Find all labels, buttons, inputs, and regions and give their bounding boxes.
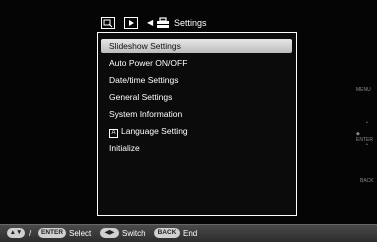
- switch-label: Switch: [122, 229, 146, 238]
- back-key-icon: BACK: [154, 228, 180, 238]
- end-label: End: [183, 229, 198, 238]
- language-icon: A: [109, 129, 118, 138]
- select-label: Select: [69, 229, 92, 238]
- settings-menu-panel: Slideshow Settings Auto Power ON/OFF Dat…: [97, 32, 297, 216]
- help-bar: ▲▼ / ENTER Select ◀▶ Switch BACK End: [0, 224, 377, 242]
- menu-item-system-information[interactable]: System Information: [109, 107, 182, 121]
- menu-item-slideshow-settings[interactable]: Slideshow Settings: [101, 39, 292, 53]
- menu-hint-label: MENU: [356, 87, 371, 93]
- separator-slash: /: [29, 229, 32, 238]
- menu-item-initialize[interactable]: Initialize: [109, 141, 140, 155]
- up-dot-icon: •: [366, 120, 368, 126]
- menu-item-label: Language Setting: [121, 126, 188, 136]
- slideshow-icon[interactable]: [124, 17, 138, 29]
- photo-sort-icon[interactable]: [101, 17, 115, 29]
- menu-item-auto-power[interactable]: Auto Power ON/OFF: [109, 56, 187, 70]
- menu-item-date-time-settings[interactable]: Date/time Settings: [109, 73, 178, 87]
- menu-item-language-setting[interactable]: A Language Setting: [109, 124, 188, 138]
- left-right-key-icon: ◀▶: [100, 228, 119, 238]
- page-title: Settings: [174, 18, 207, 28]
- triangle-left-icon[interactable]: ◀: [147, 17, 153, 29]
- screen-frame: ◀ Settings Slideshow Settings Auto Power…: [0, 0, 377, 242]
- enter-key-icon: ENTER: [38, 228, 66, 238]
- menu-item-general-settings[interactable]: General Settings: [109, 90, 172, 104]
- up-down-key-icon: ▲▼: [7, 228, 25, 238]
- toolbox-icon: [156, 16, 170, 30]
- back-hint-label: BACK: [360, 178, 374, 184]
- down-dot-icon: •: [366, 142, 368, 148]
